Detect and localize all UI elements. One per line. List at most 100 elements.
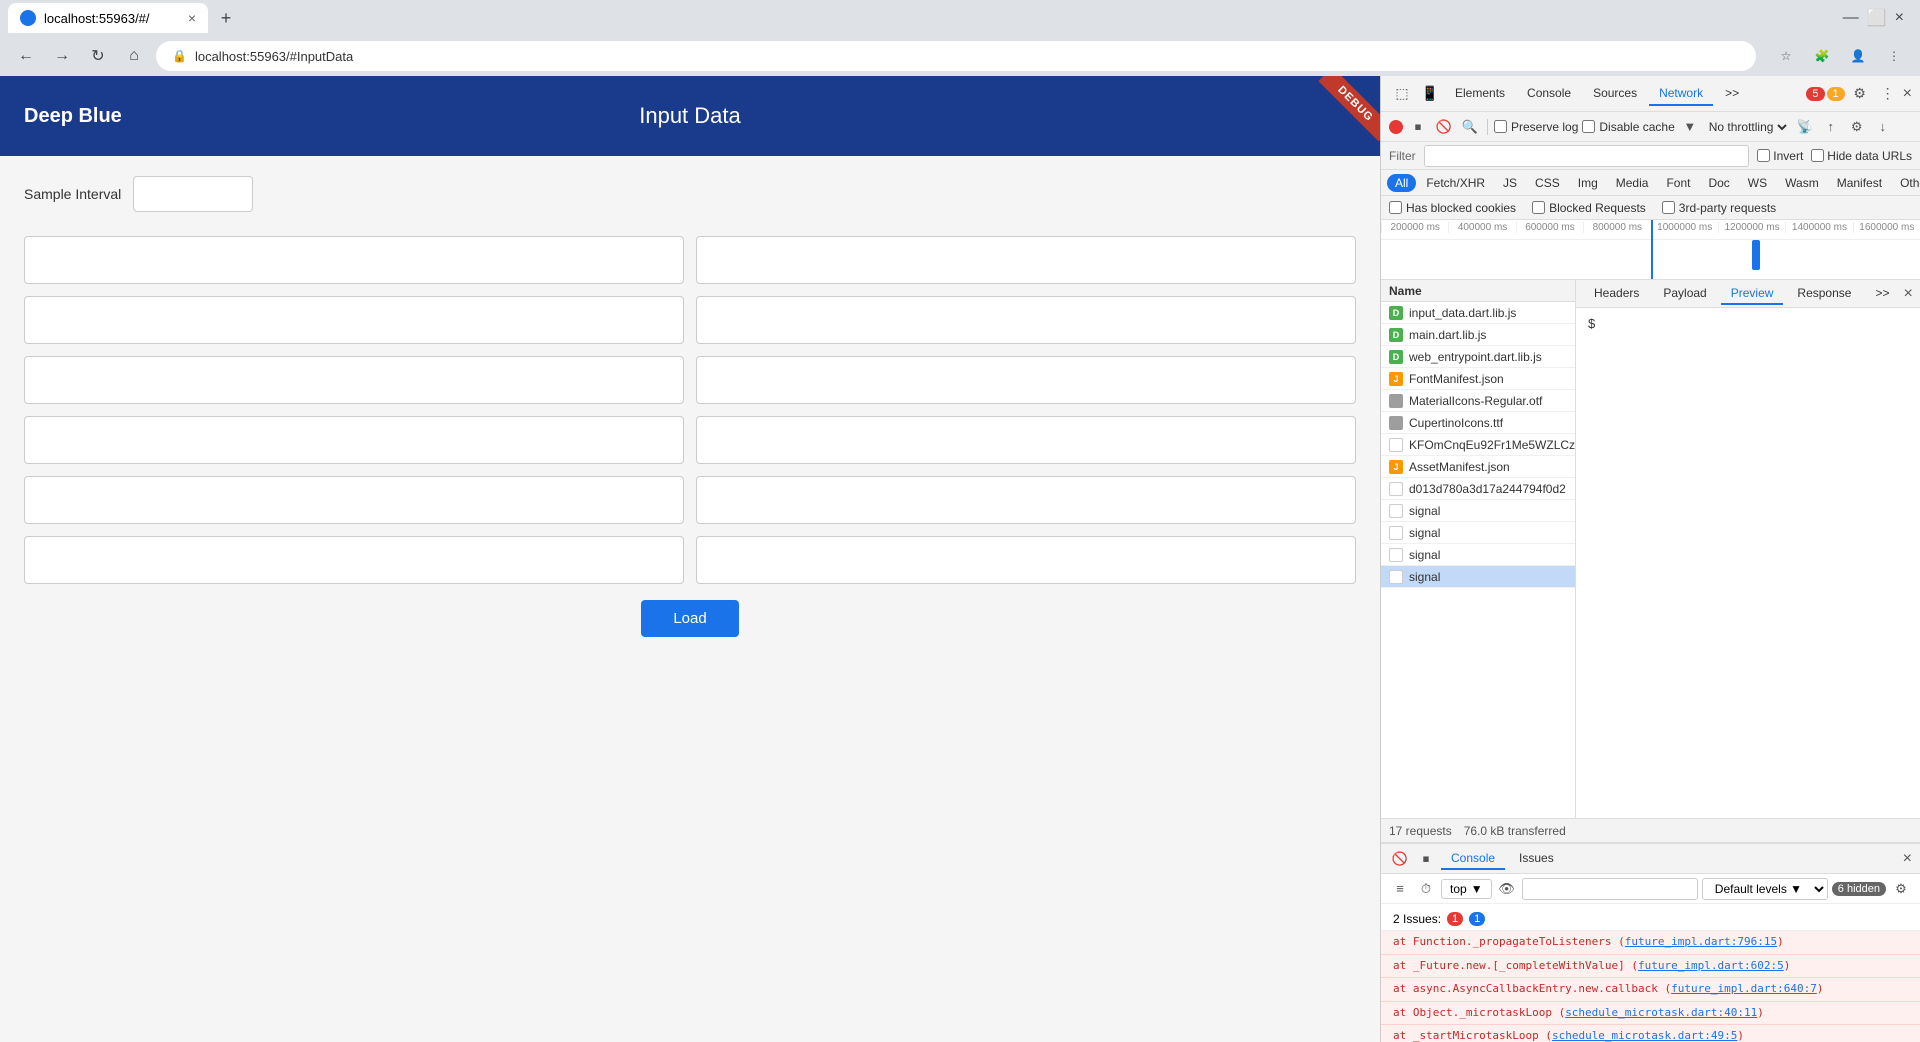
has-blocked-cookies-cb[interactable]: Has blocked cookies <box>1389 201 1516 215</box>
blocked-requests-input[interactable] <box>1532 201 1545 214</box>
tab-close-btn[interactable]: × <box>188 10 196 26</box>
forward-btn[interactable]: → <box>48 42 76 70</box>
back-btn[interactable]: ← <box>12 42 40 70</box>
extensions-icon[interactable]: 🧩 <box>1808 42 1836 70</box>
preserve-log-input[interactable] <box>1494 120 1507 133</box>
url-input[interactable]: 🔒 localhost:55963/#InputData <box>156 41 1756 71</box>
stop-record-icon[interactable]: ⏹ <box>1407 116 1429 138</box>
devtools-close-btn[interactable]: × <box>1903 85 1912 103</box>
type-tab-css[interactable]: CSS <box>1527 174 1568 192</box>
console-filter-input[interactable] <box>1522 878 1698 900</box>
request-close-btn[interactable]: × <box>1903 285 1912 303</box>
tab-preview[interactable]: Preview <box>1721 283 1784 305</box>
filter-input[interactable] <box>1424 145 1750 167</box>
error-link-3[interactable]: future_impl.dart:640:7 <box>1671 982 1817 995</box>
tab-more[interactable]: >> <box>1715 82 1749 106</box>
clear-icon[interactable]: 🚫 <box>1433 116 1455 138</box>
list-item[interactable]: d013d780a3d17a244794f0d2 <box>1381 478 1575 500</box>
type-tab-manifest[interactable]: Manifest <box>1829 174 1890 192</box>
offline-icon[interactable]: 📡 <box>1794 116 1816 138</box>
list-item[interactable]: D input_data.dart.lib.js <box>1381 302 1575 324</box>
error-link-1[interactable]: future_impl.dart:796:15 <box>1625 935 1777 948</box>
list-item[interactable]: CupertinoIcons.ttf <box>1381 412 1575 434</box>
console-eye-icon[interactable]: 👁 <box>1496 878 1518 900</box>
form-field-7[interactable] <box>24 416 684 464</box>
throttling-select[interactable]: No throttling <box>1705 119 1790 135</box>
type-tab-media[interactable]: Media <box>1608 174 1657 192</box>
list-item-selected[interactable]: signal <box>1381 566 1575 588</box>
form-field-11[interactable] <box>24 536 684 584</box>
record-btn[interactable] <box>1389 120 1403 134</box>
tab-response[interactable]: Response <box>1787 283 1861 305</box>
console-level-select[interactable]: Default levels ▼ <box>1702 878 1828 900</box>
list-item[interactable]: signal <box>1381 500 1575 522</box>
console-sidebar-icon[interactable]: ≡ <box>1389 878 1411 900</box>
form-field-12[interactable] <box>696 536 1356 584</box>
invert-checkbox[interactable]: Invert <box>1757 149 1803 163</box>
download-icon[interactable]: ↓ <box>1872 116 1894 138</box>
has-blocked-cookies-input[interactable] <box>1389 201 1402 214</box>
type-tab-img[interactable]: Img <box>1570 174 1606 192</box>
load-button[interactable]: Load <box>641 600 738 637</box>
list-item[interactable]: MaterialIcons-Regular.otf <box>1381 390 1575 412</box>
console-stopwatch-icon[interactable]: ⏱ <box>1415 878 1437 900</box>
tab-payload[interactable]: Payload <box>1653 283 1716 305</box>
console-clear-icon[interactable]: 🚫 <box>1389 848 1411 870</box>
upload-icon[interactable]: ↑ <box>1820 116 1842 138</box>
tab-sources[interactable]: Sources <box>1583 82 1647 106</box>
tab-more[interactable]: >> <box>1865 283 1899 305</box>
type-tab-wasm[interactable]: Wasm <box>1777 174 1827 192</box>
form-field-4[interactable] <box>696 296 1356 344</box>
devtools-settings-icon[interactable]: ⚙ <box>1847 81 1873 107</box>
type-tab-all[interactable]: All <box>1387 174 1416 192</box>
form-field-3[interactable] <box>24 296 684 344</box>
form-field-1[interactable] <box>24 236 684 284</box>
bookmark-icon[interactable]: ☆ <box>1772 42 1800 70</box>
refresh-btn[interactable]: ↻ <box>84 42 112 70</box>
console-settings-icon[interactable]: ⚙ <box>1890 878 1912 900</box>
list-item[interactable]: D main.dart.lib.js <box>1381 324 1575 346</box>
third-party-input[interactable] <box>1662 201 1675 214</box>
browser-tab[interactable]: localhost:55963/#/ × <box>8 3 208 33</box>
close-btn[interactable]: × <box>1895 9 1904 27</box>
hide-data-urls-input[interactable] <box>1811 149 1824 162</box>
devtools-more-icon[interactable]: ⋮ <box>1875 81 1901 107</box>
error-link-2[interactable]: future_impl.dart:602:5 <box>1638 959 1784 972</box>
settings-icon[interactable]: ⚙ <box>1846 116 1868 138</box>
list-item[interactable]: J AssetManifest.json <box>1381 456 1575 478</box>
list-item[interactable]: signal <box>1381 544 1575 566</box>
devtools-responsive-icon[interactable]: 📱 <box>1417 81 1443 107</box>
type-tab-js[interactable]: JS <box>1495 174 1525 192</box>
error-link-4[interactable]: schedule_microtask.dart:40:11 <box>1565 1006 1757 1019</box>
devtools-pointer-icon[interactable]: ⬚ <box>1389 81 1415 107</box>
type-tab-other[interactable]: Other <box>1892 174 1920 192</box>
profile-icon[interactable]: 👤 <box>1844 42 1872 70</box>
throttling-dropdown-icon[interactable]: ▼ <box>1679 116 1701 138</box>
form-field-2[interactable] <box>696 236 1356 284</box>
list-item[interactable]: D web_entrypoint.dart.lib.js <box>1381 346 1575 368</box>
form-field-6[interactable] <box>696 356 1356 404</box>
list-item[interactable]: J FontManifest.json <box>1381 368 1575 390</box>
invert-input[interactable] <box>1757 149 1770 162</box>
disable-cache-checkbox[interactable]: Disable cache <box>1582 120 1674 134</box>
hide-data-urls-checkbox[interactable]: Hide data URLs <box>1811 149 1912 163</box>
type-tab-doc[interactable]: Doc <box>1700 174 1737 192</box>
list-item[interactable]: KFOmCnqEu92Fr1Me5WZLCz <box>1381 434 1575 456</box>
console-context-select[interactable]: top ▼ <box>1441 879 1492 899</box>
console-tab-console[interactable]: Console <box>1441 848 1505 870</box>
type-tab-ws[interactable]: WS <box>1740 174 1775 192</box>
error-link-5[interactable]: schedule_microtask.dart:49:5 <box>1552 1029 1737 1042</box>
blocked-requests-cb[interactable]: Blocked Requests <box>1532 201 1646 215</box>
form-field-9[interactable] <box>24 476 684 524</box>
form-field-8[interactable] <box>696 416 1356 464</box>
new-tab-button[interactable]: + <box>212 4 240 32</box>
list-item[interactable]: signal <box>1381 522 1575 544</box>
minimize-btn[interactable]: — <box>1843 9 1859 27</box>
form-field-5[interactable] <box>24 356 684 404</box>
search-icon[interactable]: 🔍 <box>1459 116 1481 138</box>
tab-network[interactable]: Network <box>1649 82 1713 106</box>
preserve-log-checkbox[interactable]: Preserve log <box>1494 120 1578 134</box>
console-tab-issues[interactable]: Issues <box>1509 848 1564 870</box>
form-field-10[interactable] <box>696 476 1356 524</box>
sample-interval-input[interactable] <box>133 176 253 212</box>
